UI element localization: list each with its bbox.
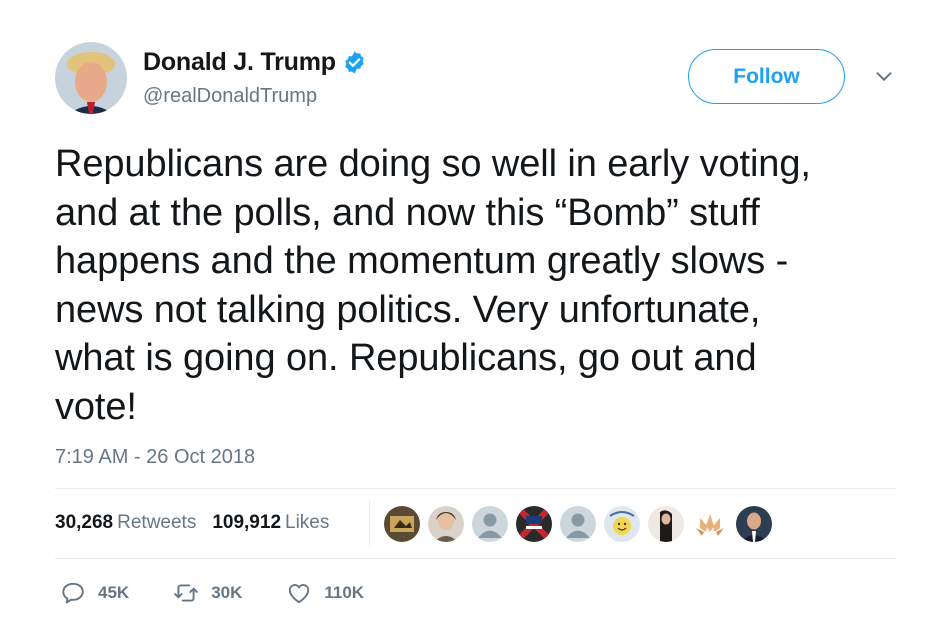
likes-stat[interactable]: 109,912 Likes xyxy=(212,512,329,534)
follow-button[interactable]: Follow xyxy=(688,49,845,104)
liker-avatars xyxy=(384,506,772,542)
like-button[interactable]: 110K xyxy=(286,580,364,606)
chevron-down-icon[interactable] xyxy=(873,66,895,88)
display-name[interactable]: Donald J. Trump xyxy=(143,48,336,77)
tweet-header: Donald J. Trump @realDonaldTrump Follow xyxy=(55,40,905,120)
liker-avatar-default[interactable] xyxy=(560,506,596,542)
liker-avatar-7[interactable] xyxy=(648,506,684,542)
heart-icon xyxy=(289,584,310,604)
liker-avatar-8[interactable] xyxy=(692,506,728,542)
liker-avatar-6[interactable] xyxy=(604,506,640,542)
liker-avatar-2[interactable] xyxy=(428,506,464,542)
tweet-text: Republicans are doing so well in early v… xyxy=(55,143,811,428)
stats-divider xyxy=(369,500,370,546)
liker-avatar-1[interactable] xyxy=(384,506,420,542)
like-count: 110K xyxy=(324,583,365,602)
likes-label: Likes xyxy=(285,512,330,533)
retweet-button[interactable]: 30K xyxy=(173,580,242,606)
divider xyxy=(55,488,896,489)
liker-avatar-default[interactable] xyxy=(472,506,508,542)
tweet-timestamp[interactable]: 7:19 AM - 26 Oct 2018 xyxy=(55,446,255,469)
retweets-label: Retweets xyxy=(117,512,197,533)
reply-button[interactable]: 45K xyxy=(60,580,129,606)
divider xyxy=(55,558,896,559)
reply-icon xyxy=(62,582,84,604)
reply-count: 45K xyxy=(98,583,130,602)
tweet-actions: 45K 30K 110K xyxy=(60,580,364,606)
liker-avatar-4[interactable] xyxy=(516,506,552,542)
name-row: Donald J. Trump xyxy=(143,48,367,77)
retweet-count: 30K xyxy=(211,583,243,602)
liker-avatar-9[interactable] xyxy=(736,506,772,542)
verified-badge-icon xyxy=(345,51,364,74)
retweet-icon xyxy=(174,584,198,602)
retweets-stat[interactable]: 30,268 Retweets xyxy=(55,512,196,534)
user-handle[interactable]: @realDonaldTrump xyxy=(143,85,317,108)
tweet-stats: 30,268 Retweets 109,912 Likes xyxy=(55,512,329,534)
retweets-count: 30,268 xyxy=(55,512,114,533)
user-avatar[interactable] xyxy=(55,42,127,114)
likes-count: 109,912 xyxy=(212,512,282,533)
